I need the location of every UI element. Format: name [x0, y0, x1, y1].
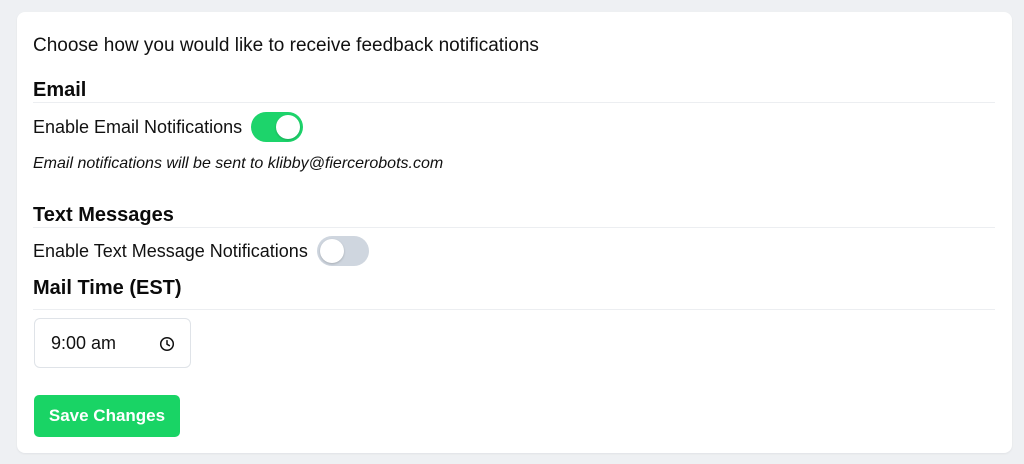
mail-time-section-title: Mail Time (EST): [33, 277, 182, 299]
clock-icon[interactable]: [159, 336, 175, 352]
text-toggle-label: Enable Text Message Notifications: [33, 241, 308, 261]
mail-time-input[interactable]: 9:00 am: [34, 318, 191, 368]
text-notifications-toggle[interactable]: [316, 236, 369, 266]
toggle-knob: [276, 115, 301, 139]
email-divider: [33, 102, 995, 103]
text-messages-divider: [33, 227, 995, 228]
save-changes-button[interactable]: Save Changes: [34, 395, 180, 437]
email-toggle-row: Enable Email Notifications: [33, 112, 304, 142]
email-toggle-label: Enable Email Notifications: [33, 117, 243, 137]
email-section-title: Email: [33, 79, 87, 101]
notification-settings-card: Choose how you would like to receive fee…: [17, 12, 1012, 453]
page-intro: Choose how you would like to receive fee…: [33, 35, 539, 56]
email-notifications-toggle[interactable]: [251, 112, 304, 142]
mail-time-value: 9:00 am: [51, 332, 117, 353]
toggle-knob: [319, 239, 344, 263]
email-destination-note: Email notifications will be sent to klib…: [33, 155, 444, 172]
text-toggle-row: Enable Text Message Notifications: [33, 236, 369, 266]
text-messages-section-title: Text Messages: [33, 204, 174, 226]
mail-time-divider: [33, 309, 995, 310]
